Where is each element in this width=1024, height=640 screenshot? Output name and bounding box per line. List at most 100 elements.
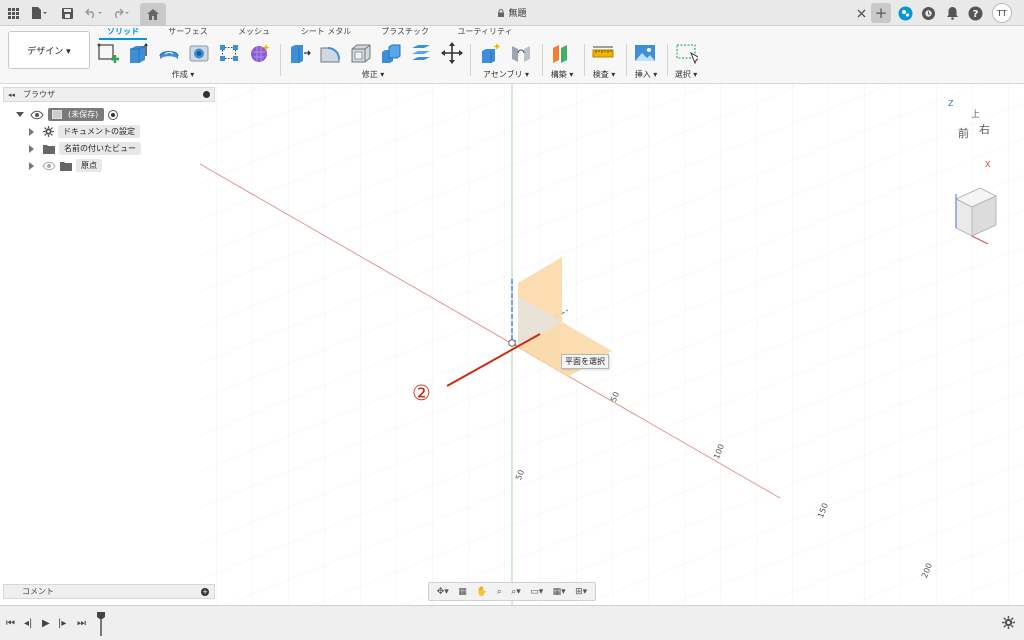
viewcube-x-label: X [985, 160, 991, 169]
toolbar-separator [542, 44, 543, 76]
title-bar: 無題 + ? TT [0, 0, 1024, 26]
orbit-icon[interactable]: ✥▾ [437, 587, 449, 597]
workspace-switcher-button[interactable]: デザイン ▾ [8, 31, 90, 69]
browser-item-label: 名前の付いたビュー [59, 142, 141, 155]
pan-hand-icon[interactable]: ✋ [476, 587, 487, 597]
gear-icon [43, 126, 54, 137]
expand-root-icon[interactable] [16, 112, 24, 117]
lock-icon [498, 9, 505, 17]
expand-icon[interactable] [29, 127, 34, 136]
component-icon [52, 110, 62, 119]
extrude-icon[interactable] [127, 42, 149, 64]
offset-face-icon[interactable] [410, 42, 432, 64]
close-tab-icon[interactable] [852, 4, 870, 22]
go-to-start-icon[interactable]: ⏮ [6, 618, 15, 629]
origin-point[interactable] [508, 339, 516, 347]
browser-pin-icon[interactable] [203, 91, 210, 98]
measure-icon[interactable] [592, 42, 614, 64]
document-title-text: 無題 [508, 9, 527, 19]
select-group-label[interactable]: 選択 ▾ [668, 69, 704, 80]
grid-settings-icon[interactable]: ▦▾ [553, 587, 566, 597]
grid-canvas[interactable] [0, 84, 1024, 605]
insert-group-label[interactable]: 挿入 ▾ [628, 69, 664, 80]
toolbar-separator [470, 44, 471, 76]
hole-icon[interactable] [188, 42, 210, 64]
browser-title: ブラウザ [23, 90, 56, 99]
fillet-icon[interactable] [319, 42, 341, 64]
tab-sheet-metal[interactable]: シート メタル [298, 26, 354, 40]
timeline-bar: ⏮ ◂| ▶ |▸ ⏭ [0, 605, 1024, 640]
canvas-viewport[interactable]: 上 前 右 Z X 50 100 150 200 50 [0, 84, 1024, 605]
timeline-marker-icon[interactable] [97, 612, 105, 636]
viewcube-right-label[interactable]: 右 [979, 121, 990, 137]
navigation-toolbar: ✥▾ ▦ ✋ ⌕ ⌕▾ ▭▾ ▦▾ ⊞▾ [428, 582, 596, 601]
inspect-group-label[interactable]: 検査 ▾ [586, 69, 622, 80]
svg-text:?: ? [972, 9, 978, 20]
shell-icon[interactable] [350, 42, 372, 64]
modify-group-label[interactable]: 修正 ▾ [350, 69, 396, 80]
tab-surface[interactable]: サーフェス [163, 26, 213, 40]
new-component-icon[interactable] [480, 42, 502, 64]
go-to-end-icon[interactable]: ⏭ [77, 618, 86, 629]
zoom-window-icon[interactable]: ⌕ [497, 587, 502, 597]
add-comment-icon[interactable]: + [201, 587, 209, 596]
joint-icon[interactable] [510, 42, 532, 64]
expand-icon[interactable] [29, 144, 34, 153]
toolbar: デザイン ▾ ソリッド サーフェス メッシュ シート メタル プラスチック ユー… [0, 26, 1024, 84]
zoom-icon[interactable]: ⌕▾ [511, 587, 521, 597]
viewcube-top-label[interactable]: 上 [971, 107, 980, 120]
data-panel-icon[interactable] [896, 4, 914, 22]
timeline-settings-gear-icon[interactable] [1002, 616, 1015, 629]
play-icon[interactable]: ▶ [42, 618, 50, 629]
construct-group-label[interactable]: 構築 ▾ [544, 69, 580, 80]
comments-panel-header[interactable]: コメント + [3, 584, 215, 599]
press-pull-icon[interactable] [289, 42, 311, 64]
browser-item-named-views[interactable]: 名前の付いたビュー [29, 142, 141, 155]
browser-item-label: 原点 [76, 159, 102, 172]
step-forward-icon[interactable]: |▸ [58, 618, 66, 629]
help-icon[interactable]: ? [966, 4, 984, 22]
browser-root-row[interactable]: (未保存) [16, 108, 119, 121]
viewports-icon[interactable]: ⊞▾ [575, 587, 587, 597]
browser-item-document-settings[interactable]: ドキュメントの設定 [29, 125, 140, 138]
new-tab-button[interactable]: + [871, 3, 891, 23]
create-sketch-icon[interactable] [97, 42, 119, 64]
pattern-icon[interactable] [218, 42, 240, 64]
root-component-badge[interactable]: (未保存) [48, 108, 105, 121]
revolve-icon[interactable] [158, 42, 180, 64]
create-group-label[interactable]: 作成 ▾ [158, 69, 208, 80]
notification-bell-icon[interactable] [943, 4, 961, 22]
browser-item-origin[interactable]: 原点 [29, 159, 102, 172]
collapse-browser-icon[interactable]: ◂◂ [8, 91, 15, 99]
browser-panel-header[interactable]: ◂◂ ブラウザ [3, 87, 215, 102]
job-status-icon[interactable] [919, 4, 937, 22]
activate-radio-icon[interactable] [108, 109, 119, 120]
window-select-icon[interactable] [676, 42, 702, 65]
annotation-marker: ② [412, 381, 431, 405]
tab-plastic[interactable]: プラスチック [376, 26, 434, 40]
create-form-icon[interactable] [249, 42, 271, 64]
tab-utility[interactable]: ユーティリティ [454, 26, 516, 40]
hidden-eye-icon[interactable] [42, 161, 56, 171]
browser-item-label: ドキュメントの設定 [58, 125, 140, 138]
combine-icon[interactable] [380, 42, 402, 64]
toolbar-separator [584, 44, 585, 76]
step-back-icon[interactable]: ◂| [24, 618, 32, 629]
user-avatar[interactable]: TT [992, 3, 1012, 23]
root-component-label: (未保存) [68, 110, 99, 119]
toolbar-separator [626, 44, 627, 76]
folder-icon [43, 144, 55, 154]
display-settings-icon[interactable]: ▭▾ [530, 587, 543, 597]
visibility-eye-icon[interactable] [30, 110, 44, 120]
offset-plane-icon[interactable] [550, 42, 572, 64]
look-at-icon[interactable]: ▦ [458, 587, 467, 597]
tab-mesh[interactable]: メッシュ [232, 26, 276, 40]
move-copy-icon[interactable] [441, 42, 463, 64]
assemble-group-label[interactable]: アセンブリ ▾ [478, 69, 534, 80]
expand-icon[interactable] [29, 161, 34, 170]
viewcube-front-label[interactable]: 前 [958, 125, 969, 141]
ground-grid [200, 84, 1024, 605]
insert-image-icon[interactable] [634, 42, 656, 64]
tab-solid[interactable]: ソリッド [99, 26, 147, 40]
folder-icon [60, 161, 72, 171]
